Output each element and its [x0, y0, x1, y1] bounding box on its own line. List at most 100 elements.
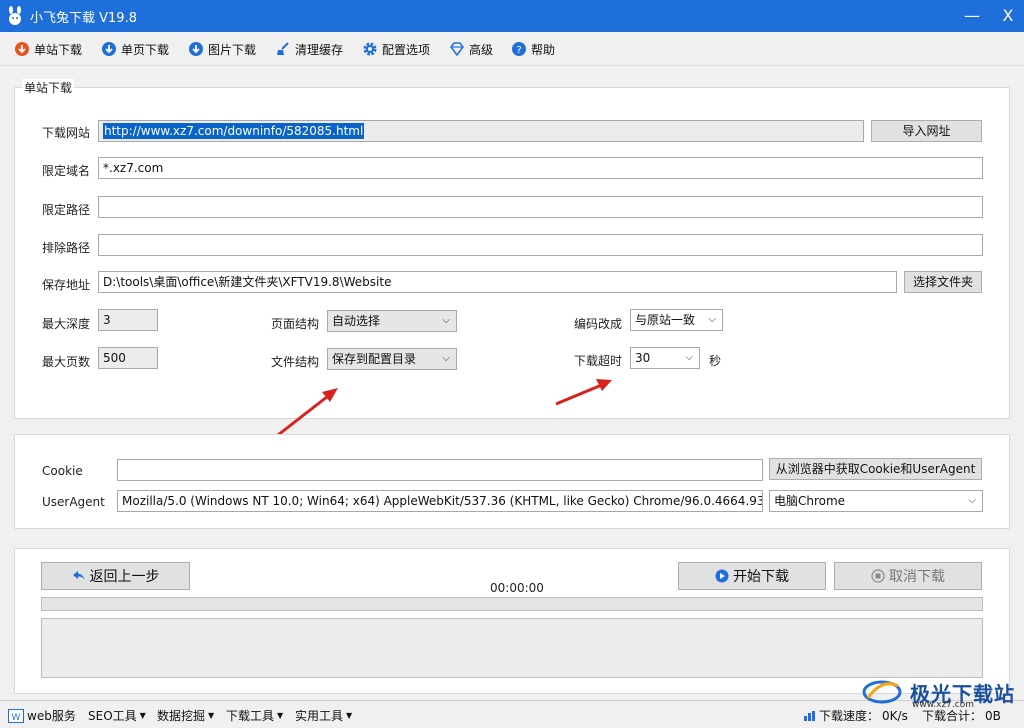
web-service-menu[interactable]: W web服务	[8, 707, 76, 724]
statusbar-label: SEO工具	[88, 709, 137, 723]
useragent-label: UserAgent	[42, 495, 105, 509]
chevron-down-icon: ⌵	[442, 315, 450, 326]
download-icon	[189, 42, 203, 56]
watermark: 极光下载站 www.xz7.com	[860, 672, 1020, 712]
broom-icon	[277, 42, 289, 55]
statusbar-label: 下载工具	[226, 709, 275, 723]
max-depth-input[interactable]: 3	[98, 309, 158, 331]
back-arrow-icon	[72, 571, 85, 581]
start-download-label: 开始下载	[733, 569, 789, 585]
chevron-down-icon: ⌵	[708, 314, 716, 325]
back-button-label: 返回上一步	[89, 569, 160, 585]
file-struct-value: 保存到配置目录	[332, 352, 417, 366]
title-bar: 小飞兔下载 V19.8 — X	[0, 0, 1024, 32]
max-depth-label: 最大深度	[42, 317, 91, 331]
max-pages-input[interactable]: 500	[98, 347, 158, 369]
svg-text:?: ?	[516, 45, 521, 56]
exclude-path-label: 排除路径	[42, 241, 91, 255]
exclude-path-input[interactable]	[98, 234, 983, 256]
close-button[interactable]: X	[994, 4, 1022, 28]
toolbar-settings[interactable]: 配置选项	[362, 40, 430, 58]
timeout-label: 下载超时	[574, 354, 623, 368]
chevron-down-icon: ⌵	[968, 495, 976, 506]
annotation-arrow-icon	[277, 388, 338, 437]
stop-icon	[871, 569, 885, 583]
toolbar-label: 配置选项	[382, 42, 431, 57]
page-struct-select[interactable]: 自动选择 ⌵	[327, 310, 457, 332]
toolbar-label: 帮助	[531, 42, 556, 57]
encoding-value: 与原站一致	[635, 313, 696, 327]
gear-icon	[363, 42, 377, 56]
help-icon: ?	[512, 42, 526, 56]
save-path-input[interactable]: D:\tools\桌面\office\新建文件夹\XFTV19.8\Websit…	[98, 271, 897, 293]
toolbar-label: 清理缓存	[295, 42, 344, 57]
dropdown-arrow-icon: ▼	[208, 711, 215, 720]
back-button[interactable]: 返回上一步	[41, 562, 190, 590]
file-struct-select[interactable]: 保存到配置目录 ⌵	[327, 348, 457, 370]
chevron-down-icon: ⌵	[442, 353, 450, 364]
download-icon	[102, 42, 116, 56]
choose-folder-button[interactable]: 选择文件夹	[904, 271, 982, 293]
url-input[interactable]: http://www.xz7.com/downinfo/582085.html	[98, 120, 864, 142]
timeout-unit: 秒	[709, 354, 722, 368]
url-label: 下载网站	[42, 126, 91, 140]
toolbar-label: 单站下载	[34, 42, 83, 57]
toolbar-single-site[interactable]: 单站下载	[14, 40, 82, 58]
useragent-input[interactable]: Mozilla/5.0 (Windows NT 10.0; Win64; x64…	[117, 490, 763, 512]
data-mining-menu[interactable]: 数据挖掘 ▼	[157, 707, 214, 724]
path-label: 限定路径	[42, 203, 91, 217]
path-input[interactable]	[98, 196, 983, 218]
window-title: 小飞兔下载 V19.8	[30, 11, 137, 26]
timeout-value: 30	[635, 351, 651, 365]
minimize-button[interactable]: —	[958, 4, 986, 28]
domain-input[interactable]: *.xz7.com	[98, 157, 983, 179]
utility-tools-menu[interactable]: 实用工具 ▼	[295, 707, 352, 724]
cookie-label: Cookie	[42, 464, 83, 478]
toolbar-label: 高级	[469, 42, 494, 57]
watermark-url: www.xz7.com	[912, 700, 974, 710]
toolbar: 单站下载 单页下载 图片下载 清理缓存 配置选项 高级 ? 帮助	[0, 32, 1024, 66]
ua-preset-select[interactable]: 电脑Chrome ⌵	[769, 490, 983, 512]
seo-tools-menu[interactable]: SEO工具 ▼	[88, 707, 146, 724]
url-value: http://www.xz7.com/downinfo/582085.html	[103, 123, 365, 139]
web-service-icon: W	[8, 708, 24, 723]
site-group-title: 单站下载	[22, 79, 75, 96]
dropdown-arrow-icon: ▼	[277, 711, 284, 720]
aurora-logo-icon	[862, 680, 902, 704]
toolbar-clear-cache[interactable]: 清理缓存	[275, 40, 343, 58]
download-log	[41, 618, 983, 678]
page-struct-value: 自动选择	[332, 314, 381, 328]
save-path-label: 保存地址	[42, 278, 91, 292]
cookie-input[interactable]	[117, 459, 763, 481]
statusbar-label: web服务	[27, 709, 76, 723]
encoding-label: 编码改成	[574, 317, 623, 331]
cancel-download-button[interactable]: 取消下载	[834, 562, 982, 590]
annotation-arrow-icon	[555, 379, 612, 406]
chevron-down-icon: ⌵	[685, 352, 693, 363]
domain-label: 限定域名	[42, 164, 91, 178]
cookie-panel	[14, 434, 1010, 529]
download-tools-menu[interactable]: 下载工具 ▼	[226, 707, 283, 724]
download-progress-bar	[41, 597, 983, 611]
encoding-select[interactable]: 与原站一致 ⌵	[630, 309, 723, 331]
svg-text:W: W	[12, 713, 21, 723]
elapsed-timer: 00:00:00	[490, 581, 544, 595]
toolbar-single-page[interactable]: 单页下载	[101, 40, 169, 58]
download-icon	[15, 42, 29, 56]
toolbar-label: 单页下载	[121, 42, 170, 57]
statusbar-label: 实用工具	[295, 709, 344, 723]
toolbar-advanced[interactable]: 高级	[449, 40, 493, 58]
cancel-download-label: 取消下载	[889, 569, 945, 585]
play-icon	[715, 569, 729, 583]
toolbar-help[interactable]: ? 帮助	[511, 40, 555, 58]
dropdown-arrow-icon: ▼	[139, 711, 146, 720]
toolbar-image-download[interactable]: 图片下载	[188, 40, 256, 58]
page-struct-label: 页面结构	[271, 317, 320, 331]
max-pages-label: 最大页数	[42, 355, 91, 369]
ua-preset-value: 电脑Chrome	[774, 494, 846, 508]
get-cookie-button[interactable]: 从浏览器中获取Cookie和UserAgent	[769, 458, 982, 480]
start-download-button[interactable]: 开始下载	[678, 562, 826, 590]
import-url-button[interactable]: 导入网址	[871, 120, 982, 142]
timeout-select[interactable]: 30 ⌵	[630, 347, 700, 369]
diamond-icon	[450, 42, 464, 57]
